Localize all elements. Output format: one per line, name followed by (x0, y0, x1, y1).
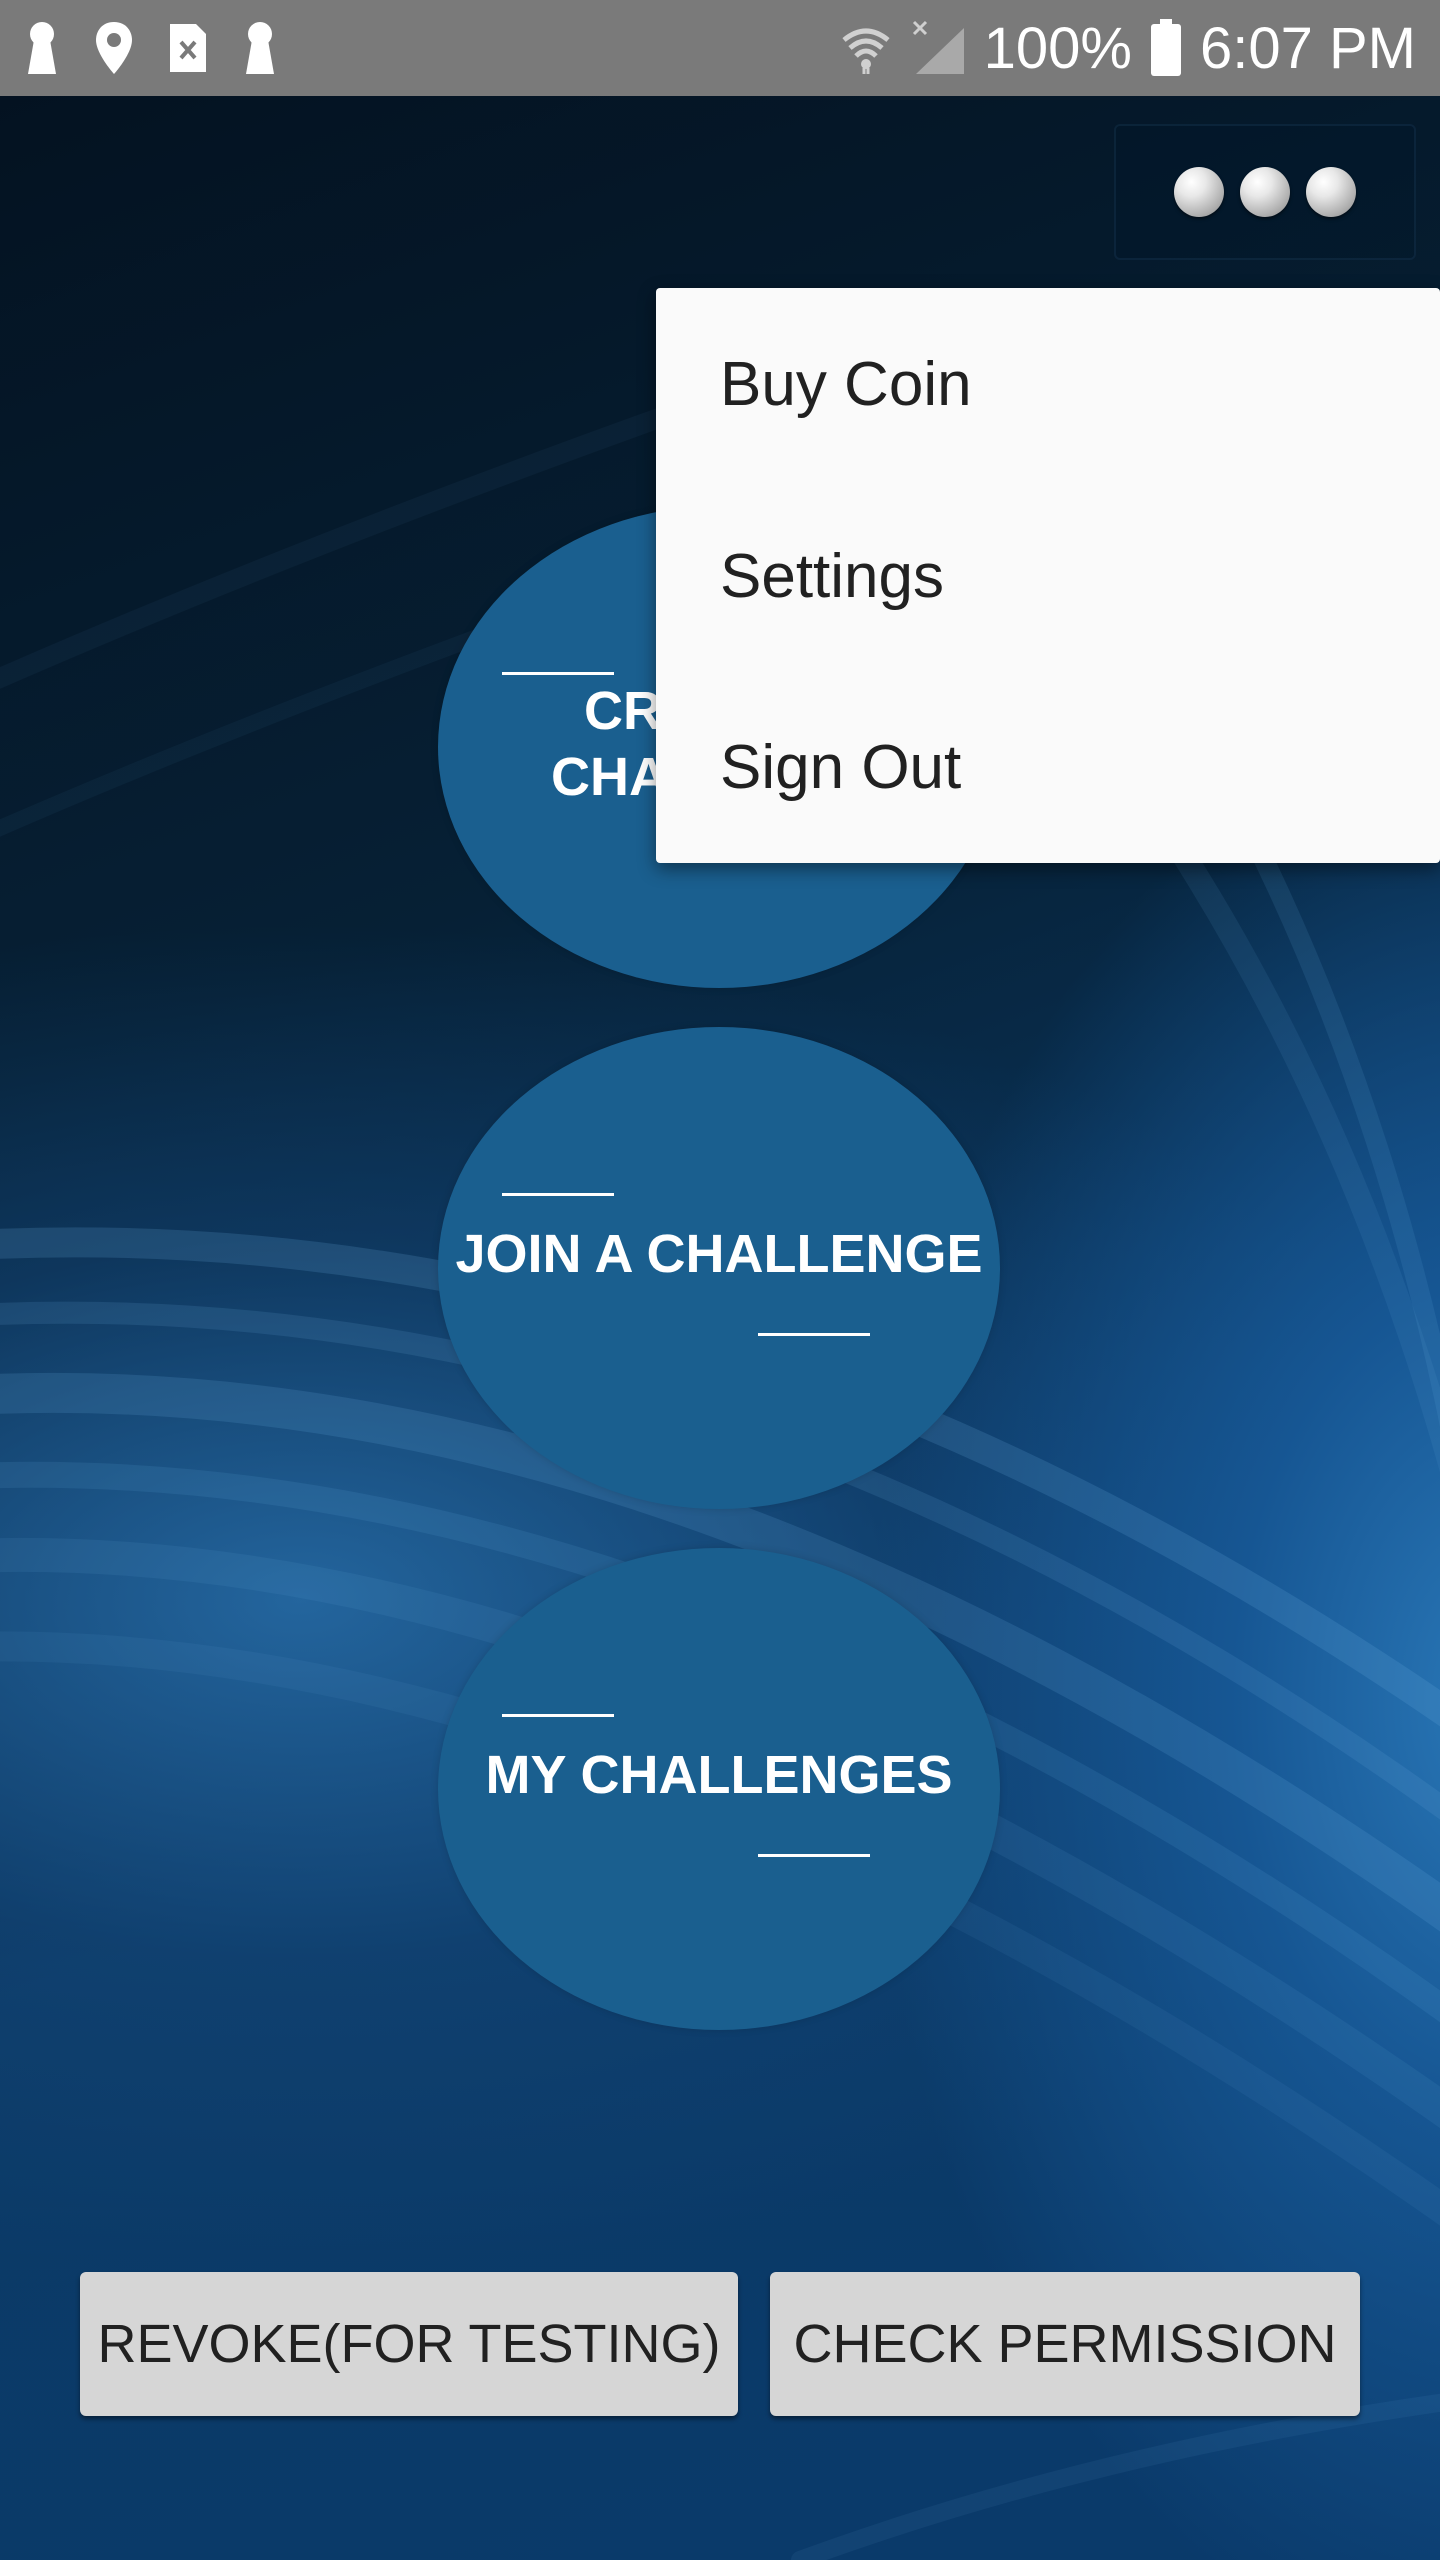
more-dots-icon (1240, 167, 1290, 217)
join-challenge-button[interactable]: JOIN A CHALLENGE (438, 1027, 1000, 1509)
join-challenge-label: JOIN A CHALLENGE (455, 1224, 983, 1284)
my-challenges-button[interactable]: MY CHALLENGES (438, 1548, 1000, 2030)
menu-item-label: Sign Out (720, 732, 962, 802)
decor-line (502, 1193, 614, 1196)
battery-percent: 100% (983, 15, 1132, 81)
more-dots-icon (1174, 167, 1224, 217)
status-bar-left (24, 16, 278, 80)
battery-icon (1151, 19, 1181, 76)
wifi-icon (842, 28, 890, 74)
sim-error-icon (170, 24, 206, 72)
menu-item-sign-out[interactable]: Sign Out (656, 671, 1440, 863)
my-challenges-label: MY CHALLENGES (485, 1745, 953, 1805)
clock: 6:07 PM (1200, 15, 1416, 81)
app-screen: 100% 6:07 PM CREATE A CHALLENGE JOIN A C… (0, 0, 1440, 2560)
overflow-popup-menu: Buy Coin Settings Sign Out (656, 288, 1440, 863)
status-bar-right: 100% 6:07 PM (840, 10, 1416, 86)
decor-line (502, 1714, 614, 1717)
decor-line (758, 1854, 870, 1857)
menu-item-settings[interactable]: Settings (656, 480, 1440, 672)
keyhole-icon (246, 22, 274, 74)
keyhole-icon (28, 22, 56, 74)
status-bar: 100% 6:07 PM (0, 0, 1440, 96)
menu-item-label: Buy Coin (720, 349, 972, 419)
decor-line (758, 1333, 870, 1336)
location-pin-icon (96, 22, 132, 74)
menu-item-label: Settings (720, 541, 945, 611)
decor-line (502, 672, 614, 675)
check-permission-button[interactable]: CHECK PERMISSION (770, 2272, 1360, 2416)
revoke-button[interactable]: REVOKE(FOR TESTING) (80, 2272, 738, 2416)
menu-item-buy-coin[interactable]: Buy Coin (656, 288, 1440, 480)
no-signal-icon (912, 20, 964, 74)
overflow-menu-button[interactable] (1114, 124, 1416, 260)
more-dots-icon (1306, 167, 1356, 217)
